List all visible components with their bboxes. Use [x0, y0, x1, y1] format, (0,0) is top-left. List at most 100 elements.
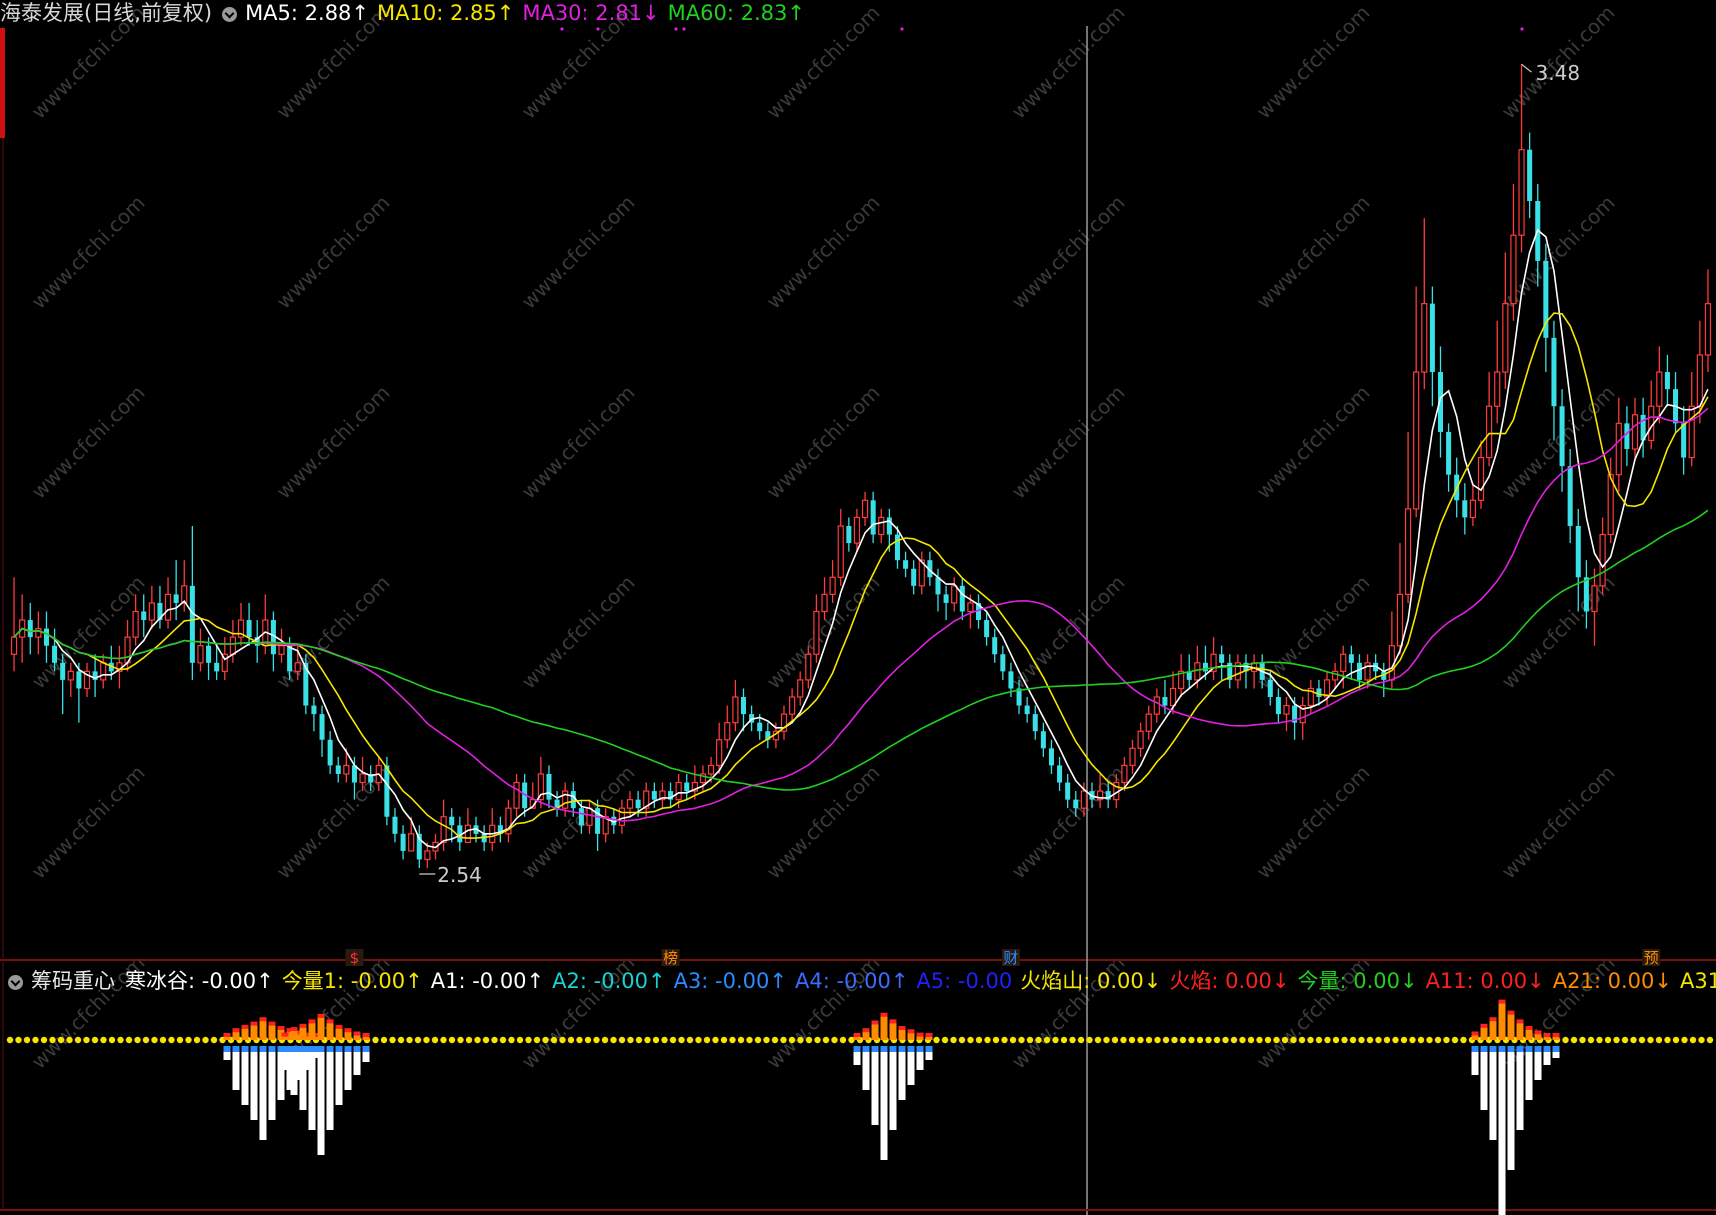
indicator-legend-item-4: A3: -0.00↑	[673, 969, 787, 993]
baseline-dot	[1222, 1036, 1229, 1044]
candle-body	[984, 620, 990, 638]
candle-body	[384, 765, 390, 817]
candle-body	[1008, 671, 1014, 689]
indicator-blue-band	[353, 1046, 361, 1052]
indicator-blue-band	[281, 1046, 289, 1052]
indicator-flame-tip	[1480, 1023, 1488, 1028]
baseline-dot	[125, 1036, 133, 1044]
baseline-dot	[984, 1036, 991, 1044]
watermark-text: www.cfchi.com	[27, 381, 150, 504]
candle-body	[805, 653, 812, 681]
baseline-dot	[448, 1036, 456, 1044]
baseline-dot	[1239, 1036, 1246, 1044]
indicator-flame-tip	[232, 1028, 240, 1033]
indicator-legend-item-1: 今量1: -0.00↑	[281, 969, 423, 993]
candle-body	[1065, 782, 1071, 800]
candle-body	[1194, 662, 1201, 681]
baseline-dot	[40, 1036, 48, 1044]
ma-legend-item-3: MA60: 2.83↑	[667, 1, 805, 25]
baseline-dot	[440, 1036, 447, 1044]
indicator-flame-tip	[326, 1019, 334, 1024]
baseline-dot	[142, 1036, 150, 1044]
indicator-flame-tip	[268, 1021, 276, 1026]
indicator-legend-item-8: 火焰: 0.00↓	[1169, 969, 1290, 993]
candle-body	[100, 662, 107, 681]
indicator-white-bar	[907, 1050, 915, 1085]
baseline-dot	[1171, 1036, 1178, 1044]
indicator-flame-tip	[353, 1031, 361, 1036]
candle-body	[229, 636, 236, 655]
indicator-title: 筹码重心	[31, 969, 115, 993]
indicator-settings-icon[interactable]	[8, 975, 23, 990]
ma-legend-item-0: MA5: 2.88↑	[245, 1, 370, 25]
baseline-dot	[202, 1036, 209, 1044]
top-dot	[682, 27, 686, 31]
indicator-blue-band	[250, 1046, 258, 1052]
baseline-dot	[1443, 1036, 1450, 1044]
settings-circle-icon[interactable]	[222, 7, 238, 22]
baseline-dot	[678, 1036, 685, 1044]
indicator-flame-bar	[241, 1027, 249, 1040]
indicator-flame-tip	[277, 1026, 285, 1030]
top-dot	[1520, 27, 1524, 31]
baseline-dot	[1179, 1036, 1187, 1044]
watermark-text: www.cfchi.com	[1007, 1, 1130, 124]
candle-body	[400, 833, 406, 851]
candle-body	[287, 645, 293, 672]
watermark-text: www.cfchi.com	[27, 191, 150, 314]
candle-body	[214, 662, 220, 672]
indicator-legend-item-2: A1: -0.00↑	[430, 969, 545, 993]
candle-body	[894, 534, 900, 561]
candle-body	[870, 500, 876, 535]
indicator-flame-tip	[1507, 1010, 1515, 1015]
candle-body	[1631, 414, 1639, 450]
baseline-dot	[550, 1036, 558, 1044]
indicator-white-bar	[1489, 1050, 1497, 1140]
baseline-dot	[1417, 1036, 1425, 1044]
indicator-flame-bar	[880, 1015, 888, 1040]
baseline-dot	[933, 1036, 940, 1044]
indicator-legend-item-9: 今量: 0.00↓	[1297, 969, 1418, 993]
baseline-dot	[941, 1036, 949, 1044]
indicator-flame-tip	[1534, 1030, 1542, 1035]
indicator-white-bar	[1525, 1050, 1533, 1100]
candle-body	[757, 722, 763, 732]
indicator-flame-bar	[1525, 1029, 1533, 1040]
candle-body	[1283, 704, 1290, 715]
candle-body	[1429, 303, 1435, 373]
indicator-white-bar	[1480, 1050, 1488, 1110]
candle-body	[1316, 688, 1322, 698]
watermark-text: www.cfchi.com	[762, 381, 885, 504]
stock-chart[interactable]: www.cfchi.com www.cfchi.com www.cfchi.com w…	[0, 0, 1716, 1215]
baseline-dot	[814, 1036, 821, 1044]
baseline-dot	[1111, 1036, 1119, 1044]
marker-text: 榜	[663, 949, 678, 967]
candle-body	[294, 662, 301, 672]
candle-body	[513, 781, 520, 809]
candle-body	[408, 833, 415, 852]
baseline-dot	[627, 1036, 634, 1044]
candle-body	[992, 637, 998, 655]
top-dot	[560, 27, 564, 31]
indicator-blue-band	[268, 1046, 276, 1052]
baseline-dot	[1145, 1036, 1153, 1044]
candle-body	[311, 705, 317, 715]
candle-body	[1040, 731, 1046, 749]
indicator-blue-band	[335, 1046, 343, 1052]
candle-body	[1551, 337, 1557, 407]
baseline-dot	[1392, 1036, 1399, 1044]
baseline-dot	[1001, 1036, 1008, 1044]
baseline-dot	[1188, 1036, 1195, 1044]
baseline-dot	[431, 1036, 439, 1044]
indicator-white-bar	[1507, 1050, 1515, 1170]
indicator-flame-bar	[335, 1027, 343, 1040]
indicator-blue-band	[259, 1046, 267, 1052]
indicator-flame-tip	[1489, 1017, 1497, 1022]
candle-body	[246, 620, 252, 638]
candle-body	[164, 593, 172, 621]
candle-body	[1364, 662, 1371, 681]
baseline-dot	[100, 1036, 107, 1044]
candle-body	[1032, 714, 1038, 732]
candle-body	[278, 645, 285, 655]
candle-body	[1073, 799, 1079, 809]
